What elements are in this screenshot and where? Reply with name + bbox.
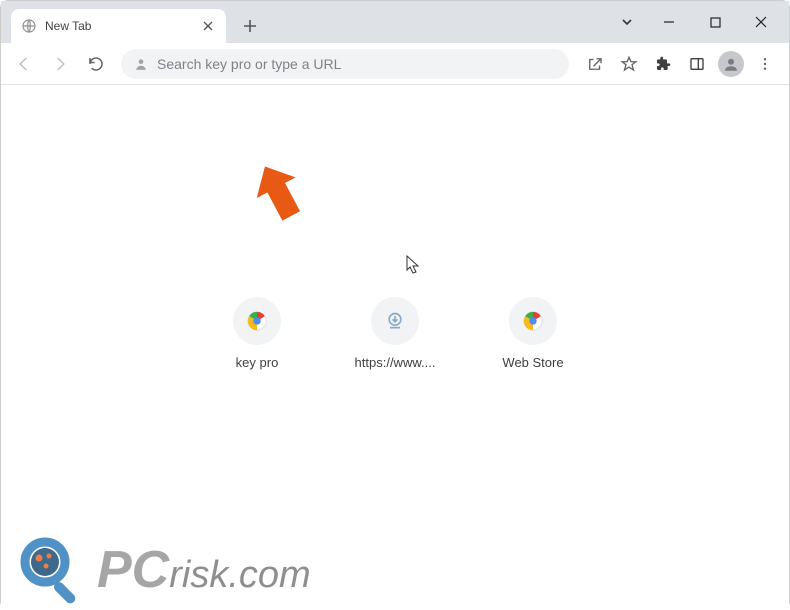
new-tab-page: key pro https://www.... Web Store (1, 85, 789, 610)
shortcut-label: key pro (236, 355, 279, 370)
toolbar: Search key pro or type a URL (1, 43, 789, 85)
watermark: PCrisk.com (19, 536, 311, 604)
annotation-arrow-icon (251, 161, 307, 230)
shortcut-label: https://www.... (355, 355, 436, 370)
shortcut-label: Web Store (502, 355, 563, 370)
browser-tab[interactable]: New Tab (11, 9, 226, 43)
globe-icon (21, 18, 37, 34)
watermark-brand: PC (97, 541, 169, 599)
omnibox-placeholder: Search key pro or type a URL (157, 56, 557, 72)
watermark-text: PCrisk.com (97, 540, 311, 600)
shortcut-favicon (233, 297, 281, 345)
menu-button[interactable] (749, 48, 781, 80)
bookmark-icon[interactable] (613, 48, 645, 80)
tab-search-button[interactable] (609, 7, 645, 37)
avatar-icon (718, 51, 744, 77)
share-icon[interactable] (579, 48, 611, 80)
shortcuts-grid: key pro https://www.... Web Store (1, 297, 789, 370)
shortcut-tile[interactable]: Web Store (477, 297, 589, 370)
search-engine-icon (133, 56, 149, 72)
cursor-icon (406, 255, 422, 280)
minimize-button[interactable] (647, 7, 691, 37)
forward-button[interactable] (45, 49, 75, 79)
toolbar-actions (579, 48, 781, 80)
address-bar[interactable]: Search key pro or type a URL (121, 49, 569, 79)
new-tab-button[interactable] (236, 12, 264, 40)
tab-title: New Tab (45, 19, 192, 33)
close-tab-icon[interactable] (200, 18, 216, 34)
watermark-domain: risk.com (169, 554, 310, 596)
titlebar: New Tab (1, 1, 789, 43)
magnifier-icon (19, 536, 87, 604)
shortcut-favicon (509, 297, 557, 345)
reload-button[interactable] (81, 49, 111, 79)
shortcut-tile[interactable]: https://www.... (339, 297, 451, 370)
close-window-button[interactable] (739, 7, 783, 37)
extensions-icon[interactable] (647, 48, 679, 80)
side-panel-icon[interactable] (681, 48, 713, 80)
window-controls (609, 1, 783, 43)
shortcut-tile[interactable]: key pro (201, 297, 313, 370)
shortcut-favicon (371, 297, 419, 345)
profile-button[interactable] (715, 48, 747, 80)
back-button[interactable] (9, 49, 39, 79)
maximize-button[interactable] (693, 7, 737, 37)
